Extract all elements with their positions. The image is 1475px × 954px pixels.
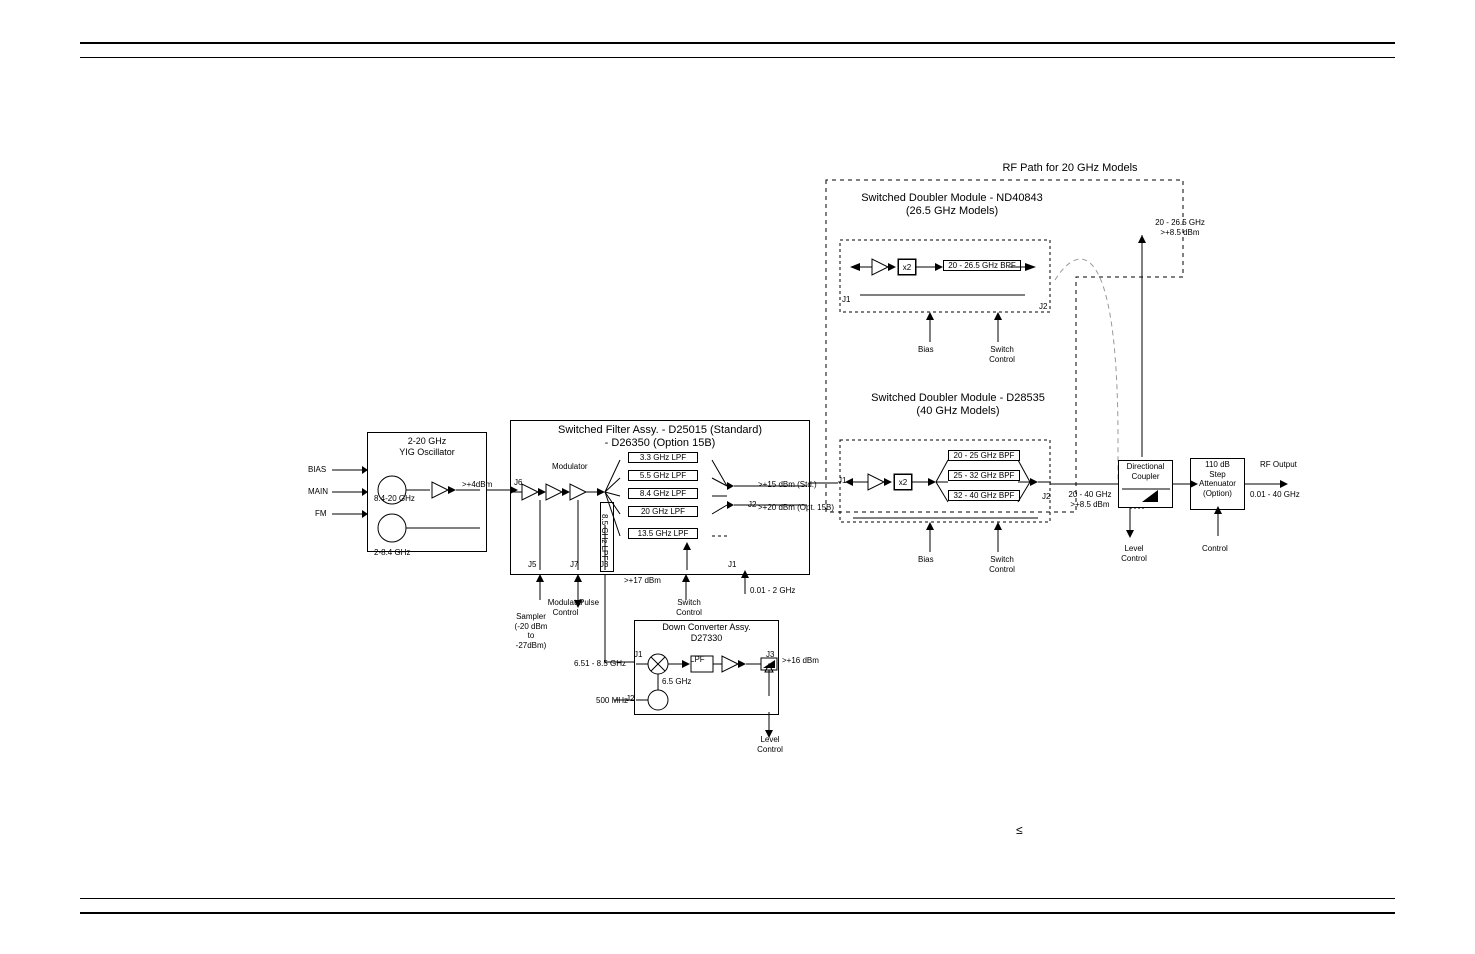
sdm40-bpf1: 20 - 25 GHz BPF: [948, 450, 1020, 461]
yig-bias: BIAS: [308, 465, 326, 475]
sdm40-bias: Bias: [918, 555, 934, 565]
sdm40-bpf2: 25 - 32 GHz BPF: [948, 470, 1020, 481]
sdm26-switch-control: Switch Control: [982, 345, 1022, 364]
sdm26-bpf: 20 - 26.5 GHz BPF: [943, 260, 1021, 271]
sfa-sampler: Sampler (-20 dBm to -27dBm): [507, 612, 555, 650]
sdm26-x2: x2: [898, 259, 916, 275]
yig-title: 2-20 GHz YIG Oscillator: [367, 436, 487, 458]
sdm40-x2: x2: [894, 474, 912, 490]
rf-output-label: RF Output: [1260, 460, 1297, 470]
out-level-control: Level Control: [1114, 544, 1154, 563]
dc-j3: J3: [766, 650, 774, 660]
j3-to-dc: [602, 574, 642, 664]
yig-fm: FM: [315, 509, 327, 519]
yig-band-low: 2-8.4 GHz: [374, 548, 410, 558]
sdm26-to-out: [1130, 235, 1170, 465]
sdm26-bias: Bias: [918, 345, 934, 355]
dc-lpf: LPF: [690, 655, 705, 665]
dc-out: >+16 dBm: [782, 656, 819, 666]
sfa-modulator: Modulator: [552, 462, 588, 472]
sfa-f2: 5.5 GHz LPF: [628, 470, 698, 481]
sdm26-j2: J2: [1039, 302, 1047, 312]
dc-title: Down Converter Assy. D27330: [634, 622, 779, 644]
to-sdm40: [810, 483, 850, 503]
rf-block-diagram: RF Path for 20 GHz Models Switched Doubl…: [0, 0, 1475, 954]
out-control: Control: [1202, 544, 1228, 554]
yig-band-high: 8.4-20 GHz: [374, 494, 415, 504]
footer-symbol: ≤: [1016, 823, 1023, 837]
yig-inputs: [332, 460, 372, 520]
rf-range: 0.01 - 40 GHz: [1250, 490, 1300, 500]
lo-in: [614, 698, 638, 704]
sfa-f1: 3.3 GHz LPF: [628, 452, 698, 463]
sdm40-switch-control: Switch Control: [982, 555, 1022, 574]
dc-chain: [636, 650, 786, 720]
interconnects: [487, 485, 837, 605]
sdm26-j1: J1: [842, 295, 850, 305]
sdm40-title: Switched Doubler Module - D28535 (40 GHz…: [848, 392, 1068, 418]
yig-main: MAIN: [308, 487, 328, 497]
dc-level-arrow: [764, 712, 784, 740]
dc-mix-out: 6.5 GHz: [662, 677, 691, 687]
sfa-title: Switched Filter Assy. - D25015 (Standard…: [510, 424, 810, 450]
sdm26-title: Switched Doubler Module - ND40843 (26.5 …: [842, 192, 1062, 218]
sdm40-bpf3: 32 - 40 GHz BPF: [948, 490, 1020, 501]
